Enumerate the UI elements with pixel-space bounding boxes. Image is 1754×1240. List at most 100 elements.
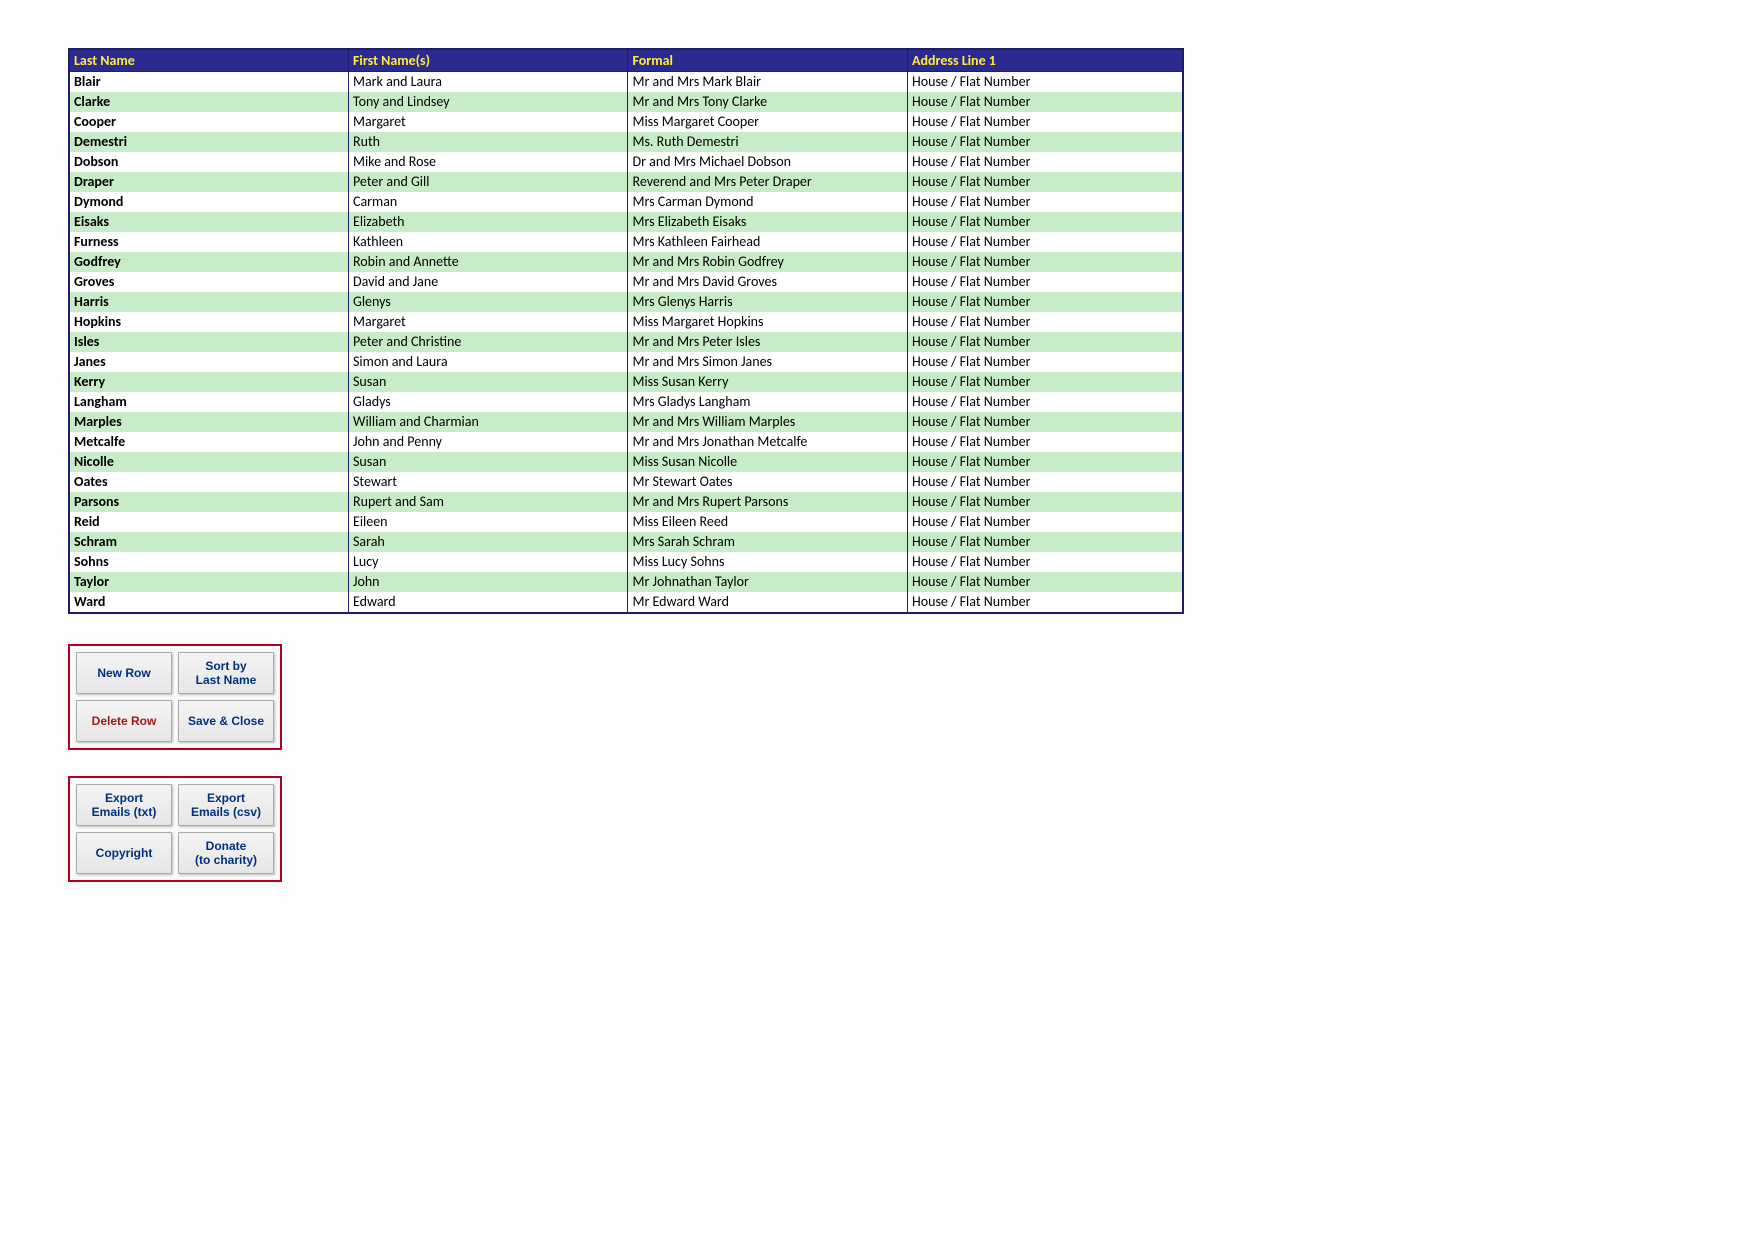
header-last-name[interactable]: Last Name xyxy=(69,49,348,72)
table-cell[interactable]: Kathleen xyxy=(348,232,628,252)
table-cell[interactable]: House / Flat Number xyxy=(907,72,1183,93)
header-address-line-1[interactable]: Address Line 1 xyxy=(907,49,1183,72)
table-cell[interactable]: Groves xyxy=(69,272,348,292)
save-and-close-button[interactable]: Save & Close xyxy=(178,700,274,742)
table-cell[interactable]: Langham xyxy=(69,392,348,412)
table-cell[interactable]: Demestri xyxy=(69,132,348,152)
table-cell[interactable]: Susan xyxy=(348,372,628,392)
table-cell[interactable]: House / Flat Number xyxy=(907,252,1183,272)
table-cell[interactable]: Cooper xyxy=(69,112,348,132)
table-row[interactable]: DraperPeter and GillReverend and Mrs Pet… xyxy=(69,172,1183,192)
table-row[interactable]: GrovesDavid and JaneMr and Mrs David Gro… xyxy=(69,272,1183,292)
table-cell[interactable]: Miss Susan Kerry xyxy=(628,372,908,392)
table-row[interactable]: GodfreyRobin and AnnetteMr and Mrs Robin… xyxy=(69,252,1183,272)
table-cell[interactable]: Mr and Mrs Robin Godfrey xyxy=(628,252,908,272)
table-cell[interactable]: Ward xyxy=(69,592,348,613)
header-first-names[interactable]: First Name(s) xyxy=(348,49,628,72)
table-cell[interactable]: House / Flat Number xyxy=(907,532,1183,552)
table-cell[interactable]: Mr and Mrs David Groves xyxy=(628,272,908,292)
table-cell[interactable]: House / Flat Number xyxy=(907,172,1183,192)
table-row[interactable]: DymondCarmanMrs Carman DymondHouse / Fla… xyxy=(69,192,1183,212)
table-cell[interactable]: House / Flat Number xyxy=(907,312,1183,332)
table-cell[interactable]: John and Penny xyxy=(348,432,628,452)
table-cell[interactable]: Miss Susan Nicolle xyxy=(628,452,908,472)
table-cell[interactable]: House / Flat Number xyxy=(907,352,1183,372)
export-emails-csv-button[interactable]: Export Emails (csv) xyxy=(178,784,274,826)
table-cell[interactable]: Mr and Mrs Simon Janes xyxy=(628,352,908,372)
table-cell[interactable]: Draper xyxy=(69,172,348,192)
table-cell[interactable]: House / Flat Number xyxy=(907,112,1183,132)
table-cell[interactable]: Oates xyxy=(69,472,348,492)
table-cell[interactable]: Mrs Glenys Harris xyxy=(628,292,908,312)
table-cell[interactable]: House / Flat Number xyxy=(907,492,1183,512)
table-cell[interactable]: Mark and Laura xyxy=(348,72,628,93)
table-cell[interactable]: Mr and Mrs Peter Isles xyxy=(628,332,908,352)
table-cell[interactable]: Lucy xyxy=(348,552,628,572)
table-cell[interactable]: Margaret xyxy=(348,112,628,132)
table-cell[interactable]: Peter and Christine xyxy=(348,332,628,352)
table-row[interactable]: FurnessKathleenMrs Kathleen FairheadHous… xyxy=(69,232,1183,252)
table-cell[interactable]: House / Flat Number xyxy=(907,192,1183,212)
table-cell[interactable]: Mrs Gladys Langham xyxy=(628,392,908,412)
table-row[interactable]: BlairMark and LauraMr and Mrs Mark Blair… xyxy=(69,72,1183,93)
table-cell[interactable]: Stewart xyxy=(348,472,628,492)
table-cell[interactable]: Miss Margaret Cooper xyxy=(628,112,908,132)
table-cell[interactable]: House / Flat Number xyxy=(907,392,1183,412)
table-row[interactable]: JanesSimon and LauraMr and Mrs Simon Jan… xyxy=(69,352,1183,372)
table-cell[interactable]: House / Flat Number xyxy=(907,572,1183,592)
copyright-button[interactable]: Copyright xyxy=(76,832,172,874)
delete-row-button[interactable]: Delete Row xyxy=(76,700,172,742)
table-cell[interactable]: House / Flat Number xyxy=(907,332,1183,352)
table-cell[interactable]: Isles xyxy=(69,332,348,352)
table-row[interactable]: SohnsLucyMiss Lucy SohnsHouse / Flat Num… xyxy=(69,552,1183,572)
table-cell[interactable]: Glenys xyxy=(348,292,628,312)
header-formal[interactable]: Formal xyxy=(628,49,908,72)
table-row[interactable]: IslesPeter and ChristineMr and Mrs Peter… xyxy=(69,332,1183,352)
table-cell[interactable]: Mrs Kathleen Fairhead xyxy=(628,232,908,252)
table-cell[interactable]: Ms. Ruth Demestri xyxy=(628,132,908,152)
table-row[interactable]: DemestriRuthMs. Ruth DemestriHouse / Fla… xyxy=(69,132,1183,152)
table-cell[interactable]: House / Flat Number xyxy=(907,92,1183,112)
table-cell[interactable]: Miss Margaret Hopkins xyxy=(628,312,908,332)
table-row[interactable]: SchramSarahMrs Sarah SchramHouse / Flat … xyxy=(69,532,1183,552)
table-cell[interactable]: Schram xyxy=(69,532,348,552)
table-cell[interactable]: House / Flat Number xyxy=(907,152,1183,172)
table-cell[interactable]: Blair xyxy=(69,72,348,93)
table-row[interactable]: CooperMargaretMiss Margaret CooperHouse … xyxy=(69,112,1183,132)
table-cell[interactable]: Nicolle xyxy=(69,452,348,472)
table-cell[interactable]: Parsons xyxy=(69,492,348,512)
table-cell[interactable]: House / Flat Number xyxy=(907,272,1183,292)
table-cell[interactable]: Miss Lucy Sohns xyxy=(628,552,908,572)
table-row[interactable]: HopkinsMargaretMiss Margaret HopkinsHous… xyxy=(69,312,1183,332)
table-cell[interactable]: Reverend and Mrs Peter Draper xyxy=(628,172,908,192)
table-cell[interactable]: Eisaks xyxy=(69,212,348,232)
table-row[interactable]: NicolleSusanMiss Susan NicolleHouse / Fl… xyxy=(69,452,1183,472)
table-cell[interactable]: House / Flat Number xyxy=(907,452,1183,472)
table-cell[interactable]: House / Flat Number xyxy=(907,292,1183,312)
table-cell[interactable]: Rupert and Sam xyxy=(348,492,628,512)
table-cell[interactable]: David and Jane xyxy=(348,272,628,292)
table-row[interactable]: LanghamGladysMrs Gladys LanghamHouse / F… xyxy=(69,392,1183,412)
table-cell[interactable]: House / Flat Number xyxy=(907,432,1183,452)
new-row-button[interactable]: New Row xyxy=(76,652,172,694)
table-row[interactable]: MetcalfeJohn and PennyMr and Mrs Jonatha… xyxy=(69,432,1183,452)
table-cell[interactable]: Simon and Laura xyxy=(348,352,628,372)
table-cell[interactable]: Miss Eileen Reed xyxy=(628,512,908,532)
table-cell[interactable]: Mr Johnathan Taylor xyxy=(628,572,908,592)
table-row[interactable]: KerrySusanMiss Susan KerryHouse / Flat N… xyxy=(69,372,1183,392)
table-row[interactable]: ParsonsRupert and SamMr and Mrs Rupert P… xyxy=(69,492,1183,512)
table-cell[interactable]: Marples xyxy=(69,412,348,432)
sort-by-last-name-button[interactable]: Sort by Last Name xyxy=(178,652,274,694)
table-cell[interactable]: House / Flat Number xyxy=(907,212,1183,232)
table-cell[interactable]: House / Flat Number xyxy=(907,592,1183,613)
table-cell[interactable]: Mr and Mrs Tony Clarke xyxy=(628,92,908,112)
table-cell[interactable]: Sohns xyxy=(69,552,348,572)
table-cell[interactable]: House / Flat Number xyxy=(907,372,1183,392)
table-cell[interactable]: Margaret xyxy=(348,312,628,332)
table-cell[interactable]: Kerry xyxy=(69,372,348,392)
table-row[interactable]: WardEdwardMr Edward WardHouse / Flat Num… xyxy=(69,592,1183,613)
table-cell[interactable]: House / Flat Number xyxy=(907,472,1183,492)
table-cell[interactable]: Furness xyxy=(69,232,348,252)
table-row[interactable]: OatesStewartMr Stewart OatesHouse / Flat… xyxy=(69,472,1183,492)
table-cell[interactable]: Ruth xyxy=(348,132,628,152)
